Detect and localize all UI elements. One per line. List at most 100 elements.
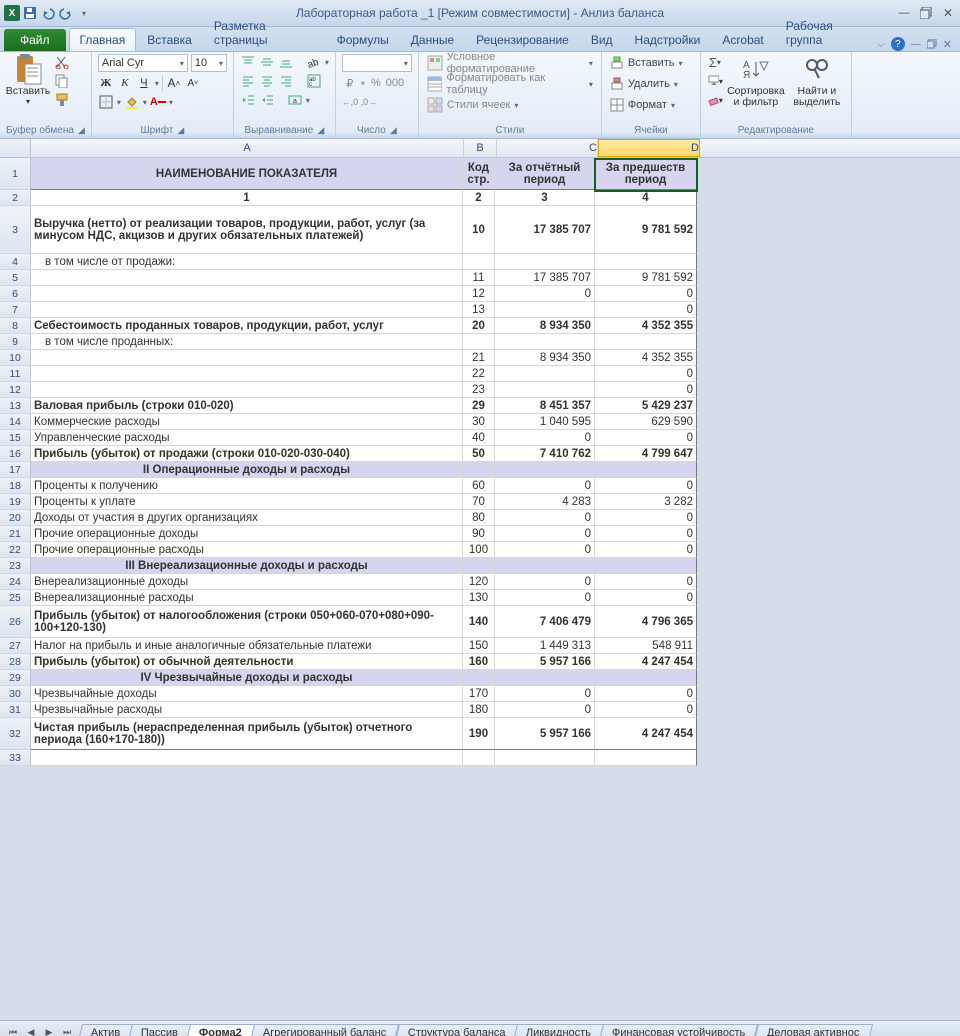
cell[interactable]: IV Чрезвычайные доходы и расходы — [31, 670, 463, 686]
row-header[interactable]: 27 — [0, 638, 31, 654]
insert-cells-button[interactable]: Вставить▾ — [608, 54, 694, 72]
merge-icon[interactable]: a — [287, 92, 303, 108]
autosum-icon[interactable]: Σ▾ — [707, 54, 723, 70]
row-header[interactable]: 9 — [0, 334, 31, 350]
cell[interactable]: Прочие операционные доходы — [31, 526, 463, 542]
paste-button[interactable]: Вставить ▾ — [6, 54, 50, 106]
format-as-table-button[interactable]: Форматировать как таблицу▾ — [425, 75, 595, 93]
cell[interactable] — [495, 558, 595, 574]
cell[interactable] — [31, 750, 463, 766]
cell[interactable]: 0 — [495, 590, 595, 606]
help-icon[interactable]: ? — [891, 37, 905, 51]
cell[interactable]: 190 — [463, 718, 495, 750]
cell[interactable]: Чрезвычайные расходы — [31, 702, 463, 718]
doc-restore-icon[interactable] — [927, 39, 937, 49]
cell[interactable]: 3 282 — [595, 494, 697, 510]
row-header[interactable]: 16 — [0, 446, 31, 462]
decrease-decimal-icon[interactable]: ,0→ — [361, 94, 377, 110]
row-header[interactable]: 4 — [0, 254, 31, 270]
cell[interactable]: Прочие операционные расходы — [31, 542, 463, 558]
cell[interactable] — [595, 558, 697, 574]
cell[interactable] — [495, 382, 595, 398]
cell[interactable] — [463, 462, 495, 478]
sheet-tab[interactable]: Финансовая устойчивость — [599, 1024, 759, 1036]
cell-styles-button[interactable]: Стили ячеек▾ — [425, 96, 595, 114]
cell[interactable]: 5 957 166 — [495, 718, 595, 750]
copy-icon[interactable] — [54, 73, 70, 89]
cell[interactable] — [463, 670, 495, 686]
cell[interactable] — [495, 254, 595, 270]
row-header[interactable]: 23 — [0, 558, 31, 574]
cell[interactable]: 17 385 707 — [495, 270, 595, 286]
cell[interactable] — [463, 750, 495, 766]
grow-font-icon[interactable]: A˄ — [166, 75, 182, 91]
cell[interactable]: в том числе от продажи: — [31, 254, 463, 270]
cell[interactable]: Внереализационные расходы — [31, 590, 463, 606]
clear-icon[interactable]: ▾ — [707, 92, 723, 108]
cell[interactable] — [31, 350, 463, 366]
column-header-B[interactable]: B — [464, 139, 497, 157]
format-cells-button[interactable]: Формат▾ — [608, 96, 694, 114]
tab-data[interactable]: Данные — [400, 28, 465, 51]
underline-icon[interactable]: Ч — [136, 75, 152, 91]
cell[interactable]: 160 — [463, 654, 495, 670]
cell[interactable]: За отчётный период — [495, 158, 595, 190]
cell[interactable]: 548 911 — [595, 638, 697, 654]
sheet-tab[interactable]: Ликвидность — [513, 1024, 604, 1036]
cell[interactable]: 0 — [495, 526, 595, 542]
sheet-nav-next-icon[interactable]: ▶ — [42, 1025, 56, 1036]
cell[interactable]: 40 — [463, 430, 495, 446]
cell[interactable]: 17 385 707 — [495, 206, 595, 254]
cell[interactable] — [595, 254, 697, 270]
cell[interactable]: в том числе проданных: — [31, 334, 463, 350]
cell[interactable]: 0 — [595, 686, 697, 702]
align-center-icon[interactable] — [259, 73, 275, 89]
launcher-icon[interactable]: ◢ — [78, 125, 85, 136]
cell[interactable]: 5 429 237 — [595, 398, 697, 414]
row-header[interactable]: 22 — [0, 542, 31, 558]
select-all-corner[interactable] — [0, 139, 31, 157]
cell[interactable]: 70 — [463, 494, 495, 510]
row-header[interactable]: 24 — [0, 574, 31, 590]
cell[interactable] — [31, 366, 463, 382]
cell[interactable] — [495, 462, 595, 478]
cell[interactable]: Чрезвычайные доходы — [31, 686, 463, 702]
column-header-A[interactable]: A — [31, 139, 464, 157]
cell[interactable]: 0 — [595, 382, 697, 398]
cell[interactable]: 3 — [495, 190, 595, 206]
row-header[interactable]: 25 — [0, 590, 31, 606]
cell[interactable] — [595, 670, 697, 686]
cell[interactable]: 629 590 — [595, 414, 697, 430]
row-header[interactable]: 30 — [0, 686, 31, 702]
delete-cells-button[interactable]: Удалить▾ — [608, 75, 694, 93]
column-header-C[interactable]: C — [497, 139, 598, 157]
row-header[interactable]: 13 — [0, 398, 31, 414]
cell[interactable]: 0 — [595, 542, 697, 558]
cell[interactable]: 100 — [463, 542, 495, 558]
cell[interactable] — [495, 750, 595, 766]
cell[interactable]: 0 — [495, 286, 595, 302]
cell[interactable]: НАИМЕНОВАНИЕ ПОКАЗАТЕЛЯ — [31, 158, 463, 190]
cell[interactable]: 8 451 357 — [495, 398, 595, 414]
cell[interactable]: 4 799 647 — [595, 446, 697, 462]
conditional-formatting-button[interactable]: Условное форматирование▾ — [425, 54, 595, 72]
row-header[interactable]: 17 — [0, 462, 31, 478]
close-icon[interactable]: ✕ — [940, 5, 956, 21]
sheet-nav-prev-icon[interactable]: ◀ — [24, 1025, 38, 1036]
fill-color-icon[interactable] — [124, 94, 140, 110]
sort-filter-button[interactable]: АЯ Сортировка и фильтр — [727, 54, 785, 108]
fill-icon[interactable]: ▾ — [707, 73, 723, 89]
cell[interactable]: Прибыль (убыток) от обычной деятельности — [31, 654, 463, 670]
cell[interactable]: Себестоимость проданных товаров, продукц… — [31, 318, 463, 334]
cut-icon[interactable] — [54, 54, 70, 70]
cell[interactable]: 140 — [463, 606, 495, 638]
tab-page-layout[interactable]: Разметка страницы — [203, 14, 326, 51]
cell[interactable]: 1 449 313 — [495, 638, 595, 654]
cell[interactable]: 1 — [31, 190, 463, 206]
row-header[interactable]: 1 — [0, 158, 31, 190]
cell[interactable]: 0 — [495, 686, 595, 702]
cell[interactable] — [495, 366, 595, 382]
sheet-tab[interactable]: Агрегированный баланс — [250, 1024, 400, 1036]
find-select-button[interactable]: Найти и выделить — [789, 54, 845, 108]
row-header[interactable]: 10 — [0, 350, 31, 366]
